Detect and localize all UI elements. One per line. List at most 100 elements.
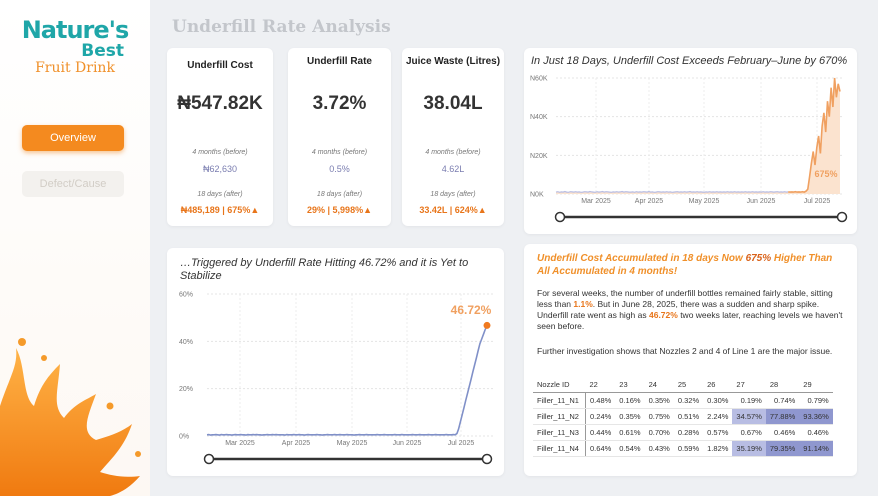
rate-cell: 2.24% [703,408,733,425]
table-row: Filler_11_N1 0.48% 0.16% 0.35% 0.32% 0.30% 0.1… [533,392,833,409]
rate-cell: 0.64% [585,440,616,457]
nozzle-id-cell: Filler_11_N1 [533,392,587,409]
rate-cell: 93.36% [799,408,833,425]
y-tick-label: 40% [179,339,193,346]
rate-cell: 0.51% [673,408,704,425]
rate-cell: 0.75% [644,408,674,425]
y-tick-label: N40K [530,114,548,121]
page-title: Underfill Rate Analysis [172,17,391,37]
rate-cell: 0.24% [585,408,616,425]
range-slider-handle-end[interactable] [481,453,493,465]
rate-cell: 0.61% [615,424,645,441]
rate-cell: 91.14% [799,440,833,457]
nozzle-id-cell: Filler_11_N4 [533,440,587,457]
rate-cell: 0.30% [703,392,733,409]
column-header: 25 [673,377,704,393]
series-line-baseline [555,190,789,193]
rate-cell: 0.28% [673,424,704,441]
nav-overview-button[interactable]: Overview [22,125,124,151]
x-tick-label: Jul 2025 [448,440,475,447]
column-header: Nozzle ID [533,377,586,393]
rate-cell: 0.35% [644,392,674,409]
table-row: Filler_11_N3 0.44% 0.61% 0.70% 0.28% 0.57% 0.6… [533,424,833,441]
rate-cell: 0.57% [703,424,733,441]
table-row: Filler_11_N4 0.64% 0.54% 0.43% 0.59% 1.82% 35.… [533,440,833,457]
column-header: 22 [585,377,616,393]
rate-cell: 34.57% [732,408,766,425]
rate-cell: 0.43% [644,440,674,457]
rate-cell: 1.82% [703,440,733,457]
kpi-card-underfill-cost: Underfill Cost ₦547.82K 4 months (before… [167,48,273,226]
brand-word-2: Best [81,41,124,61]
kpi-card-juice-waste: Juice Waste (Litres) 38.04L 4 months (be… [402,48,504,226]
kpi-value: 3.72% [312,93,367,114]
kpi-before-value: 0.5% [329,164,350,174]
kpi-before-label: 4 months (before) [311,149,368,156]
rate-cell: 0.35% [615,408,645,425]
rate-cell: 0.48% [585,392,616,409]
rate-cell: 0.59% [673,440,704,457]
x-tick-label: Jul 2025 [804,198,831,205]
x-tick-label: May 2025 [337,440,368,447]
kpi-value: ₦547.82K [177,93,263,114]
kpi-title: Juice Waste (Litres) [405,56,501,67]
kpi-before-label: 4 months (before) [192,149,248,156]
sidebar: Nature's Best Fruit Drink Overview Defec… [0,0,150,496]
x-tick-label: Jun 2025 [393,440,422,447]
range-slider-handle-start[interactable] [554,211,566,223]
chart-annotation: 46.72% [451,303,492,317]
rate-cell: 0.54% [615,440,645,457]
brand-subtitle: Fruit Drink [35,60,115,76]
kpi-after-label: 18 days (after) [197,191,243,198]
cost-chart: N0K N20K N40K N60K Mar 2025 Apr 2025 May 2025 J… [530,76,848,223]
kpi-title: Underfill Cost [187,60,253,71]
rate-cell: 0.79% [799,392,833,409]
kpi-title: Underfill Rate [306,56,372,67]
range-slider-handle-start[interactable] [203,453,215,465]
range-slider-handle-end[interactable] [836,211,848,223]
brand-word-1: Nature's [21,16,130,44]
table-header-row: Nozzle ID 22 23 24 25 26 27 28 29 [533,377,833,393]
y-tick-label: N0K [530,192,544,199]
y-tick-label: 20% [179,386,193,393]
y-tick-label: 60% [179,292,193,299]
nav-defect-cause-button[interactable]: Defect/Cause [22,171,124,197]
rate-cell: 0.32% [673,392,704,409]
kpi-before-value: ₦62,630 [202,164,238,174]
rate-cell: 0.16% [615,392,645,409]
x-tick-label: May 2025 [689,198,720,205]
table-row: Filler_11_N2 0.24% 0.35% 0.75% 0.51% 2.24% 34.… [533,408,833,425]
last-point-marker [483,321,491,329]
x-tick-label: Jun 2025 [747,198,776,205]
y-tick-label: N60K [530,76,548,83]
rate-cell: 35.19% [732,440,766,457]
insight-paragraph-2: Further investigation shows that Nozzles… [537,346,833,356]
column-header: 23 [615,377,645,393]
rate-cell: 0.46% [799,424,833,441]
rate-cell: 0.44% [585,424,616,441]
x-tick-label: Mar 2025 [581,198,611,205]
insight-headline: Underfill Cost Accumulated in 18 days No… [537,253,833,277]
column-header: 29 [799,377,833,393]
column-header: 28 [765,377,800,393]
insight-paragraph-1: For several weeks, the number of underfi… [537,288,843,331]
y-tick-label: 0% [179,434,189,441]
column-header: 27 [732,377,766,393]
series-line [206,325,488,436]
rate-cell: 77.88% [765,408,800,425]
column-header: 26 [703,377,733,393]
y-tick-label: N20K [530,153,548,160]
juice-splash-image [0,338,141,496]
rate-chart: 0% 20% 40% 60% Mar 2025 Apr 2025 May 2025 Jun 2… [179,292,493,465]
x-tick-label: Mar 2025 [225,440,255,447]
kpi-value: 38.04L [423,93,483,114]
rate-cell: 0.67% [732,424,766,441]
rate-cell: 0.70% [644,424,674,441]
kpi-after-value: 29% | 5,998%▲ [307,205,372,215]
rate-cell: 0.74% [765,392,800,409]
series-area [556,78,840,194]
brand-logo: Nature's Best Fruit Drink [20,18,130,76]
kpi-after-label: 18 days (after) [430,191,476,198]
x-tick-label: Apr 2025 [282,440,311,447]
rate-cell: 79.35% [765,440,800,457]
